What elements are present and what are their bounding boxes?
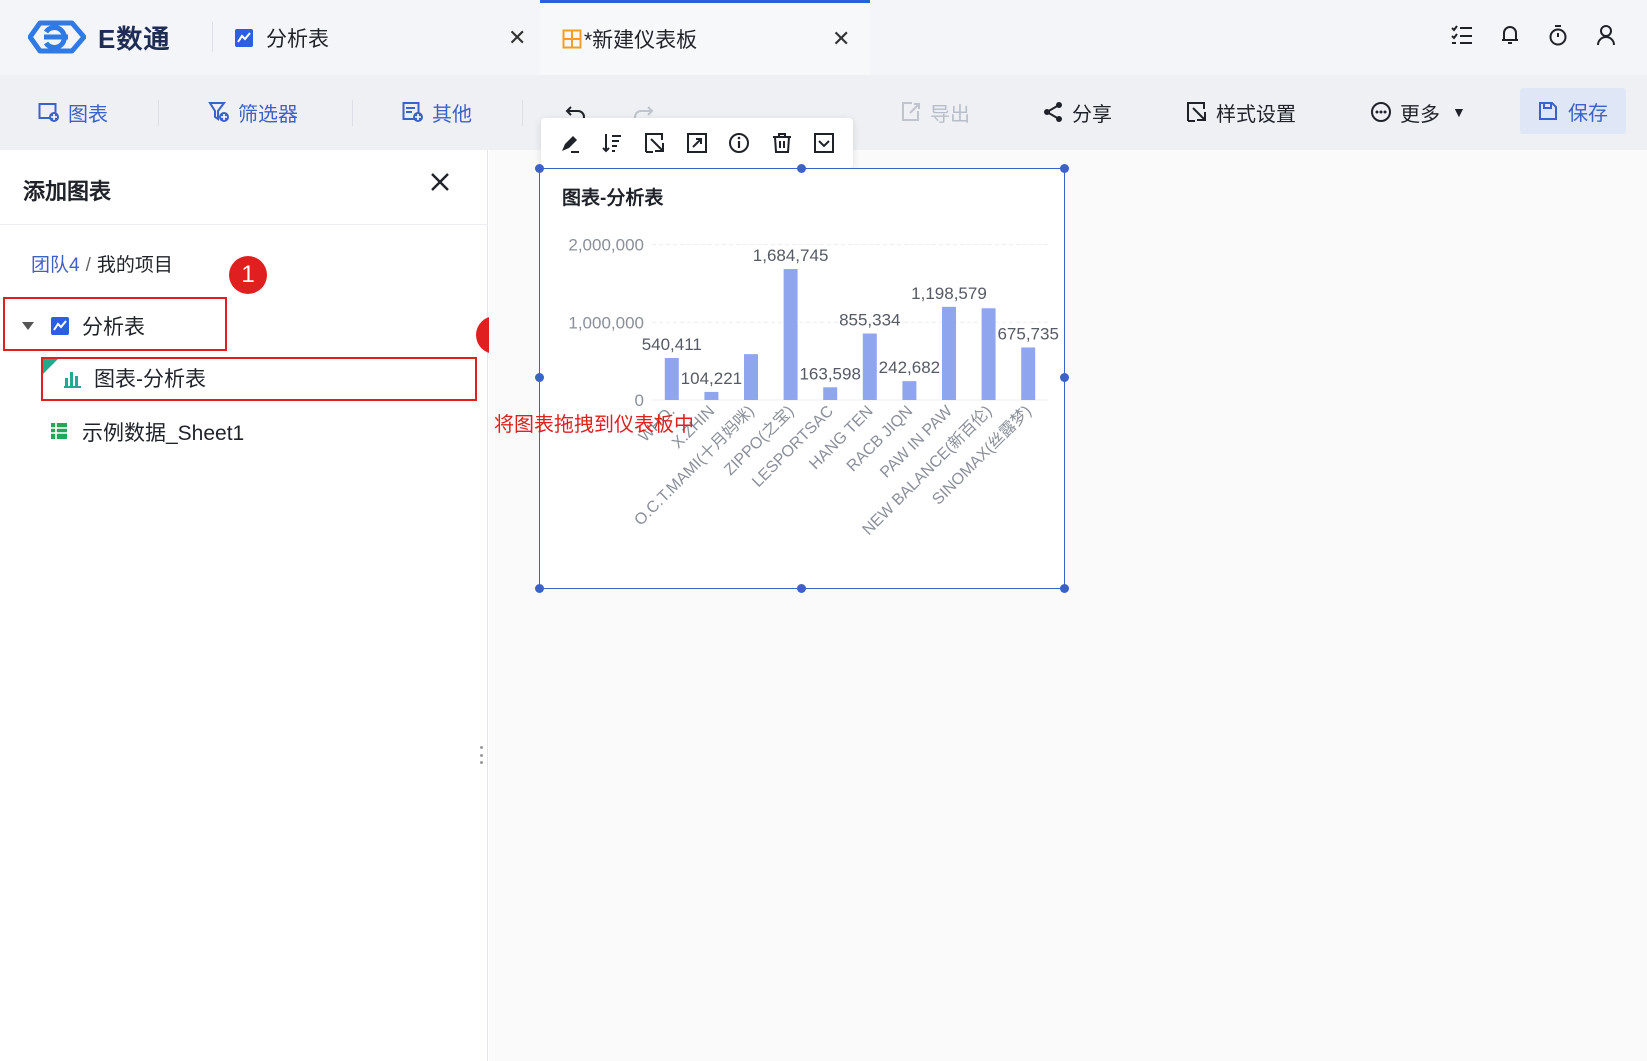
data-label: 242,682 xyxy=(879,358,940,377)
chart-bar xyxy=(981,308,996,400)
highlight-box-folder xyxy=(3,297,227,351)
fullscreen-icon[interactable] xyxy=(686,132,708,154)
save-label: 保存 xyxy=(1568,102,1608,125)
style-icon xyxy=(1186,101,1208,123)
y-tick-label: 1,000,000 xyxy=(568,313,644,332)
chart-bar xyxy=(664,357,679,400)
info-icon[interactable] xyxy=(728,132,750,154)
resize-handle[interactable] xyxy=(535,164,544,173)
chart-bar xyxy=(783,269,798,400)
tab-new-dashboard[interactable]: *新建仪表板 ✕ xyxy=(540,0,870,75)
app-logo[interactable]: E数通 xyxy=(28,17,170,57)
more-options-icon[interactable] xyxy=(813,132,835,154)
more-label: 更多 xyxy=(1400,103,1440,126)
resize-handle[interactable] xyxy=(1060,373,1069,382)
close-icon[interactable]: ✕ xyxy=(832,26,850,52)
close-icon[interactable]: ✕ xyxy=(508,25,526,51)
user-icon[interactable] xyxy=(1595,22,1617,48)
style-icon[interactable] xyxy=(644,132,666,154)
add-chart-icon xyxy=(38,101,60,123)
data-label: 675,735 xyxy=(997,324,1058,343)
divider xyxy=(352,100,353,126)
style-label: 样式设置 xyxy=(1216,103,1296,126)
breadcrumb-project: 我的项目 xyxy=(96,255,173,276)
widget-toolbar xyxy=(541,118,853,168)
logo-text: E数通 xyxy=(98,23,171,54)
resize-handle[interactable] xyxy=(1060,164,1069,173)
more-icon xyxy=(1370,101,1392,123)
data-label: 1,684,745 xyxy=(753,246,829,265)
y-tick-label: 2,000,000 xyxy=(568,236,644,255)
data-label: 540,411 xyxy=(642,335,702,354)
chart-bar xyxy=(744,354,758,400)
chart-widget[interactable]: 图表-分析表 2,000,000 1,000,000 0 540,411 WHO. 104… xyxy=(539,168,1065,589)
chart-bar xyxy=(704,391,719,400)
panel-resize-handle[interactable] xyxy=(480,746,484,764)
save-button[interactable]: 保存 xyxy=(1520,88,1626,134)
other-label: 其他 xyxy=(432,103,472,126)
resize-handle[interactable] xyxy=(797,164,806,173)
export-icon xyxy=(900,101,922,123)
sheet-icon xyxy=(50,422,70,442)
dashboard-icon xyxy=(562,29,582,49)
timer-icon[interactable] xyxy=(1547,22,1569,48)
caret-down-icon: ▼ xyxy=(1452,104,1466,120)
filter-label: 筛选器 xyxy=(238,103,298,126)
add-chart-button[interactable]: 图表 xyxy=(38,95,108,129)
tab-analysis[interactable]: 分析表 ✕ xyxy=(212,0,540,75)
share-button[interactable]: 分享 xyxy=(1042,95,1112,129)
resize-handle[interactable] xyxy=(797,584,806,593)
add-other-icon xyxy=(402,101,424,123)
chart-bar xyxy=(902,381,917,400)
chart-bar xyxy=(1021,347,1036,400)
export-label: 导出 xyxy=(930,103,970,126)
line-chart-icon xyxy=(234,28,254,48)
drag-hint-text: 将图表拖拽到仪表板中 xyxy=(494,414,694,436)
step-badge-1: 1 xyxy=(229,256,267,294)
e-logo-icon xyxy=(28,20,86,54)
bell-icon[interactable] xyxy=(1499,22,1521,48)
tree-item-dataset[interactable]: 示例数据_Sheet1 xyxy=(50,412,244,452)
bar-chart: 2,000,0001,000,0000540,411WHO.104,221X.Z… xyxy=(568,236,1059,539)
highlight-box-chart xyxy=(41,357,477,401)
style-settings-button[interactable]: 样式设置 xyxy=(1186,95,1296,129)
top-right-icons xyxy=(1451,22,1617,48)
add-filter-button[interactable]: 筛选器 xyxy=(208,95,298,129)
chart-bar xyxy=(823,387,838,400)
delete-icon[interactable] xyxy=(771,132,793,154)
chart-label: 图表 xyxy=(68,103,108,126)
chart-bar xyxy=(862,333,877,400)
task-list-icon[interactable] xyxy=(1451,22,1473,48)
sort-icon[interactable] xyxy=(601,132,623,154)
resize-handle[interactable] xyxy=(535,373,544,382)
divider xyxy=(0,224,488,225)
more-button[interactable]: 更多 ▼ xyxy=(1370,95,1466,129)
save-icon xyxy=(1538,101,1558,121)
add-other-button[interactable]: 其他 xyxy=(402,95,472,129)
breadcrumb-separator: / xyxy=(85,255,91,276)
data-label: 1,198,579 xyxy=(911,284,987,303)
resize-handle[interactable] xyxy=(535,584,544,593)
divider xyxy=(158,100,159,126)
share-icon xyxy=(1042,101,1064,123)
edit-icon[interactable] xyxy=(559,132,581,154)
export-button[interactable]: 导出 xyxy=(900,95,970,129)
top-bar: E数通 分析表 ✕ *新建仪表板 ✕ xyxy=(0,0,1647,75)
breadcrumb: 团队4/我的项目 xyxy=(31,250,173,277)
filter-icon xyxy=(208,101,230,123)
data-label: 855,334 xyxy=(839,311,900,330)
share-label: 分享 xyxy=(1072,103,1112,126)
resize-handle[interactable] xyxy=(1060,584,1069,593)
data-label: 104,221 xyxy=(681,369,742,388)
breadcrumb-team[interactable]: 团队4 xyxy=(31,255,80,276)
data-label: 163,598 xyxy=(799,364,860,383)
chart-bar xyxy=(942,306,956,400)
divider xyxy=(522,100,523,126)
close-icon[interactable] xyxy=(428,170,452,194)
tab-label: 分析表 xyxy=(266,27,329,51)
panel-title: 添加图表 xyxy=(23,179,112,204)
tree-dataset-label: 示例数据_Sheet1 xyxy=(82,422,245,445)
tab-label: *新建仪表板 xyxy=(584,29,698,52)
